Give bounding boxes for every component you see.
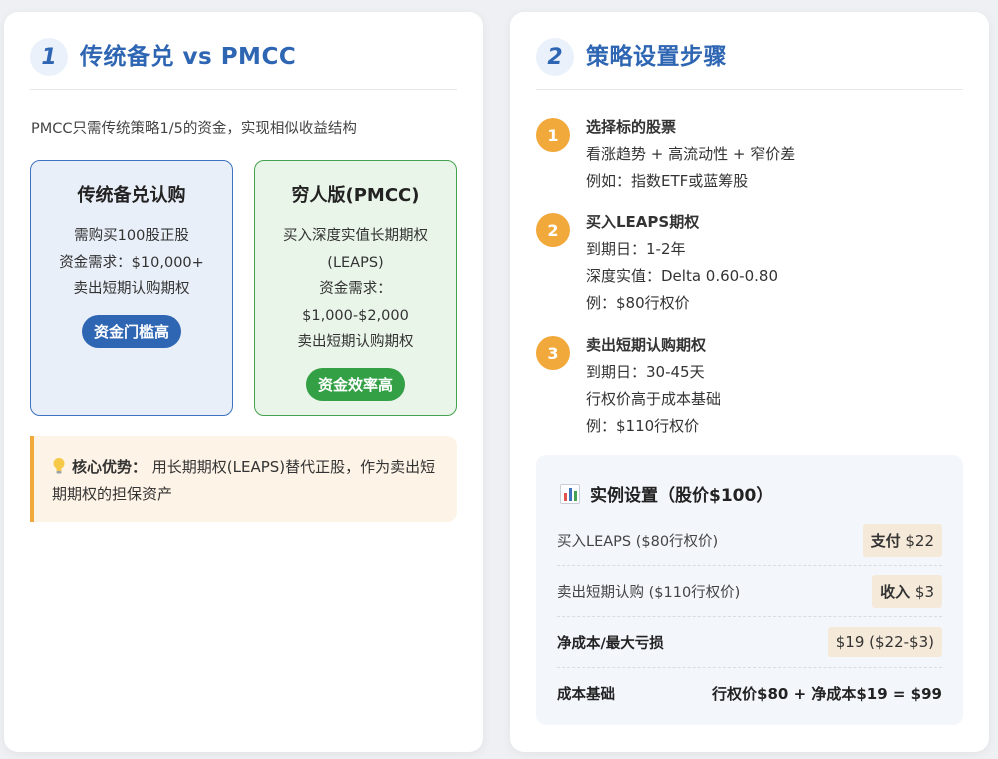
example-row-net-cost: 净成本/最大亏损 $19 ($22-$3) — [557, 617, 942, 668]
lightbulb-icon — [52, 457, 66, 475]
step-3: 3 卖出短期认购期权 到期日：30-45天 行权价高于成本基础 例：$110行权… — [536, 332, 721, 440]
step-title: 买入LEAPS期权 — [586, 213, 700, 231]
row-value: 支付 $22 — [862, 523, 942, 557]
row-label: 成本基础 — [557, 687, 615, 703]
step-title: 选择标的股票 — [586, 118, 677, 136]
row-label: 买入LEAPS ($80行权价) — [557, 533, 719, 550]
step-1: 1 选择标的股票 看涨趋势 + 高流动性 + 窄价差 例如：指数ETF或蓝筹股 — [536, 114, 795, 195]
comparison-header: 1 传统备兑 vs PMCC — [30, 38, 457, 90]
step-2: 2 买入LEAPS期权 到期日：1-2年 深度实值：Delta 0.60-0.8… — [536, 209, 778, 317]
tip-label: 核心优势： — [72, 458, 148, 476]
example-row-sell-call: 卖出短期认购 ($110行权价) 收入 $3 — [557, 566, 942, 617]
step-details: 到期日：30-45天 行权价高于成本基础 例：$110行权价 — [586, 363, 722, 435]
step-number-badge: 3 — [536, 336, 570, 370]
pmcc-box: 穷人版(PMCC) 买入深度实值长期期权 (LEAPS) 资金需求： $1,00… — [254, 160, 457, 416]
setup-steps-card: 2 策略设置步骤 1 选择标的股票 看涨趋势 + 高流动性 + 窄价差 例如：指… — [510, 12, 989, 752]
box-body: 买入深度实值长期期权 (LEAPS) 资金需求： $1,000-$2,000 卖… — [283, 228, 428, 350]
row-value: 行权价$80 + 净成本$19 = $99 — [712, 685, 942, 703]
step-number-badge: 2 — [536, 213, 570, 247]
bar-chart-icon — [560, 483, 580, 504]
setup-header: 2 策略设置步骤 — [536, 38, 963, 90]
section-title: 策略设置步骤 — [586, 44, 727, 70]
high-capital-badge: 资金门槛高 — [81, 314, 181, 348]
example-row-cost-basis: 成本基础 行权价$80 + 净成本$19 = $99 — [557, 668, 942, 719]
example-setup-panel: 实例设置（股价$100） 买入LEAPS ($80行权价) 支付 $22 卖出短… — [536, 455, 963, 725]
comparison-card: 1 传统备兑 vs PMCC PMCC只需传统策略1/5的资金，实现相似收益结构… — [4, 12, 483, 752]
box-body: 需购买100股正股 资金需求：$10,000+ 卖出短期认购期权 — [59, 228, 204, 297]
high-efficiency-badge: 资金效率高 — [305, 367, 405, 401]
traditional-covered-call-box: 传统备兑认购 需购买100股正股 资金需求：$10,000+ 卖出短期认购期权 … — [30, 160, 233, 416]
row-label: 卖出短期认购 ($110行权价) — [557, 584, 741, 601]
step-details: 到期日：1-2年 深度实值：Delta 0.60-0.80 例：$80行权价 — [586, 240, 778, 312]
section-number: 2 — [536, 38, 574, 76]
intro-text: PMCC只需传统策略1/5的资金，实现相似收益结构 — [31, 121, 357, 137]
row-value: 收入 $3 — [872, 574, 942, 608]
example-row-buy-leaps: 买入LEAPS ($80行权价) 支付 $22 — [557, 515, 942, 566]
example-title: 实例设置（股价$100） — [560, 481, 773, 506]
section-title: 传统备兑 vs PMCC — [80, 44, 297, 70]
step-details: 看涨趋势 + 高流动性 + 窄价差 例如：指数ETF或蓝筹股 — [586, 145, 796, 190]
box-title: 穷人版(PMCC) — [291, 185, 420, 206]
core-advantage-tip: 核心优势： 用长期期权(LEAPS)替代正股，作为卖出短期期权的担保资产 — [30, 436, 457, 522]
row-label: 净成本/最大亏损 — [557, 635, 664, 652]
box-title: 传统备兑认购 — [77, 185, 186, 206]
row-value: $19 ($22-$3) — [827, 627, 942, 657]
step-title: 卖出短期认购期权 — [586, 336, 707, 354]
step-number-badge: 1 — [536, 118, 570, 152]
section-number: 1 — [30, 38, 68, 76]
